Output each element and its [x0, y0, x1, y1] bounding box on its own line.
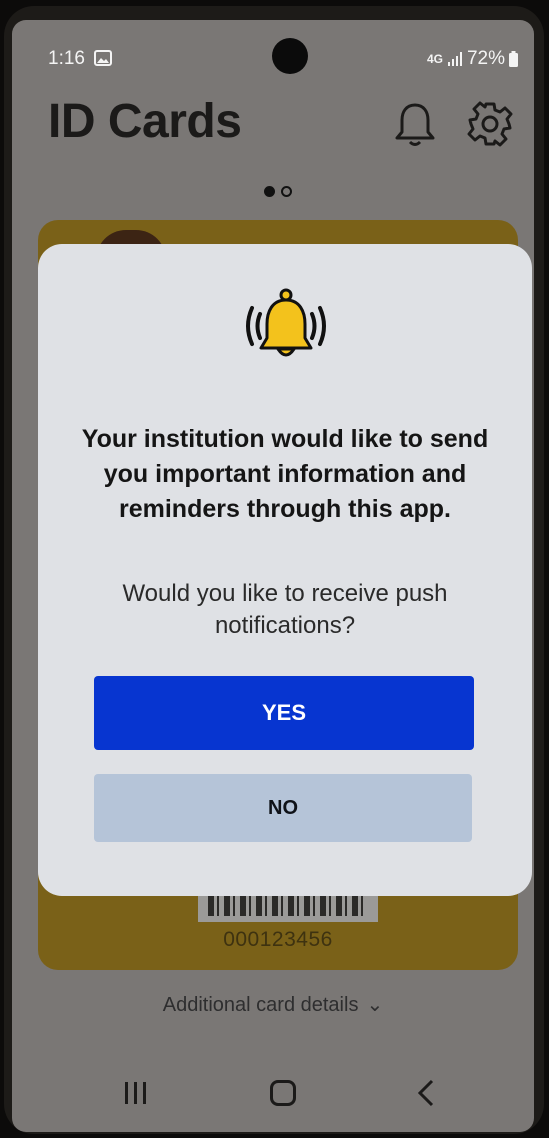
battery-percent: 72% — [466, 48, 505, 69]
gear-icon[interactable] — [466, 100, 514, 148]
additional-details-label: Additional card details — [162, 994, 359, 1016]
additional-details-link[interactable]: Additional card details ⌄ — [12, 992, 534, 1017]
chevron-down-icon: ⌄ — [366, 994, 384, 1016]
dialog-heading: Your institution would like to send you … — [81, 425, 489, 523]
bell-icon[interactable] — [392, 100, 438, 148]
page-indicator — [264, 186, 292, 197]
page-dot[interactable] — [281, 186, 292, 197]
gallery-icon — [94, 50, 112, 66]
push-notification-dialog: Your institution would like to send you … — [38, 244, 532, 896]
screen: 1:16 4G 72% ID Cards 000123456 Additiona… — [12, 20, 534, 1132]
page-dot-active[interactable] — [264, 186, 275, 197]
no-button[interactable]: NO — [94, 774, 472, 842]
status-bar: 1:16 4G 72% — [12, 20, 534, 80]
recents-icon[interactable] — [122, 1080, 150, 1106]
status-indicators: 4G 72% — [427, 48, 518, 70]
camera-hole — [272, 38, 308, 74]
status-time: 1:16 — [48, 48, 85, 69]
ringing-bell-icon — [246, 288, 326, 357]
card-number: 000123456 — [223, 928, 333, 951]
home-icon[interactable] — [270, 1080, 296, 1106]
signal-icon — [447, 52, 462, 66]
back-icon[interactable] — [416, 1078, 436, 1108]
battery-icon — [509, 51, 518, 67]
network-label: 4G — [426, 52, 443, 66]
page-title: ID Cards — [48, 95, 242, 148]
yes-button[interactable]: YES — [94, 676, 474, 750]
system-nav-bar — [12, 1058, 534, 1132]
dialog-question: Would you like to receive push notificat… — [122, 580, 448, 639]
